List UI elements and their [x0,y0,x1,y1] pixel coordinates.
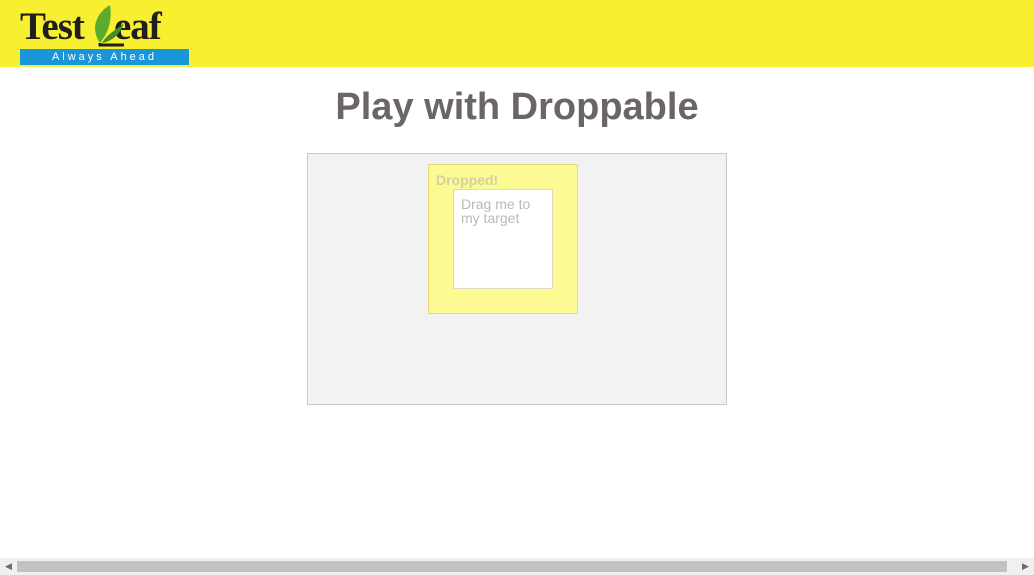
page-title: Play with Droppable [335,86,699,128]
draggable-box[interactable]: Drag me to my target [453,189,553,289]
droppable-demo-area: Dropped! Drag me to my target [307,153,727,405]
droppable-target[interactable]: Dropped! Drag me to my target [428,164,578,314]
testleaf-logo[interactable]: Test eaf Always Ahead [20,3,190,65]
horizontal-scrollbar[interactable]: ◀ ▶ [0,558,1034,575]
page-header: Test eaf Always Ahead [0,0,1034,67]
droppable-label: Dropped! [436,172,499,188]
logo-wordmark-graphic: Test eaf [20,5,164,48]
logo-tagline: Always Ahead [20,49,189,65]
chevron-left-icon[interactable]: ◀ [0,558,17,575]
draggable-label: Drag me to my target [461,196,531,226]
scrollbar-thumb[interactable] [17,561,1007,572]
logo-wordmark: Test eaf [20,3,190,48]
chevron-right-icon[interactable]: ▶ [1017,558,1034,575]
svg-text:Test: Test [20,5,85,47]
